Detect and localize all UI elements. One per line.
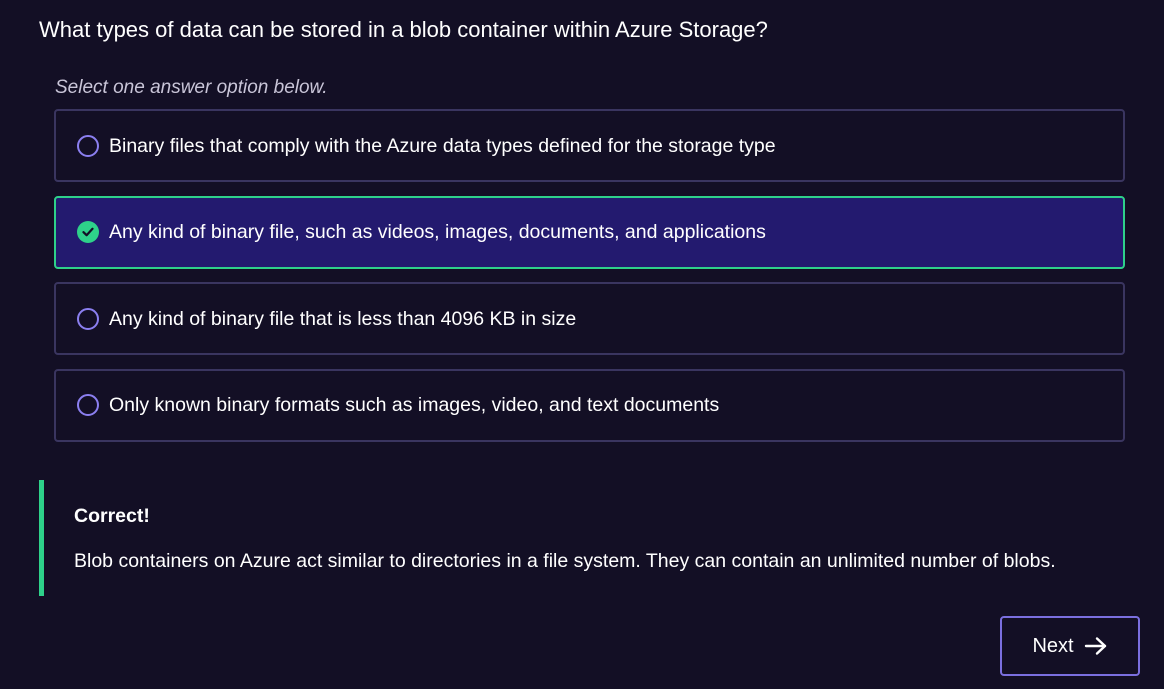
radio-unchecked-icon	[77, 134, 99, 157]
feedback-panel: Correct! Blob containers on Azure act si…	[39, 480, 1129, 596]
check-circle-icon	[77, 221, 99, 243]
radio-unchecked-icon	[77, 307, 99, 330]
radio-unchecked-icon	[77, 394, 99, 416]
next-button-label: Next	[1032, 634, 1074, 657]
quiz-page: What types of data can be stored in a bl…	[0, 0, 1164, 689]
answer-option-label: Any kind of binary file that is less tha…	[109, 307, 577, 330]
answer-options: Binary files that comply with the Azure …	[54, 109, 1125, 455]
next-button[interactable]: Next	[1000, 616, 1140, 676]
answer-option-label: Any kind of binary file, such as videos,…	[109, 221, 766, 243]
answer-option-1[interactable]: Binary files that comply with the Azure …	[54, 109, 1125, 182]
answer-option-4[interactable]: Only known binary formats such as images…	[54, 368, 1125, 442]
answer-option-label: Binary files that comply with the Azure …	[109, 134, 776, 157]
answer-option-2[interactable]: Any kind of binary file, such as videos,…	[54, 195, 1125, 269]
answer-hint: Select one answer option below.	[55, 77, 328, 98]
answer-option-3[interactable]: Any kind of binary file that is less tha…	[54, 282, 1125, 355]
feedback-title: Correct!	[74, 505, 150, 527]
answer-option-label: Only known binary formats such as images…	[109, 394, 720, 416]
arrow-right-icon	[1084, 636, 1108, 656]
question-text: What types of data can be stored in a bl…	[39, 17, 768, 42]
feedback-text: Blob containers on Azure act similar to …	[74, 550, 1056, 572]
